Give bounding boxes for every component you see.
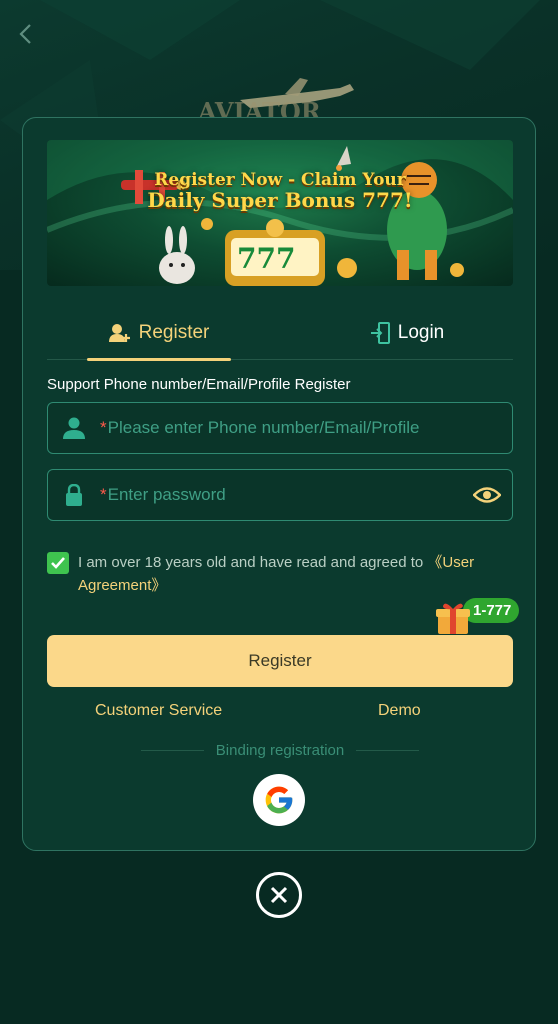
- password-field[interactable]: *: [47, 469, 513, 521]
- bonus-badge: 1-777: [435, 598, 525, 638]
- close-icon: [270, 886, 288, 904]
- demo-link[interactable]: Demo: [378, 702, 421, 720]
- user-icon: [48, 417, 100, 439]
- banner-headline: Register Now - Claim Your Daily Super Bo…: [47, 170, 513, 210]
- tab-register[interactable]: Register: [87, 306, 231, 361]
- logo-airplane: AVIATOR: [197, 78, 354, 120]
- chevron-left-icon: [19, 24, 31, 44]
- agreement-text: I am over 18 years old and have read and…: [78, 551, 517, 597]
- customer-service-link[interactable]: Customer Service: [95, 702, 222, 720]
- phone-input[interactable]: [107, 418, 512, 438]
- check-icon: [51, 557, 65, 569]
- rabbit-icon: [159, 226, 195, 284]
- required-mark: *: [100, 485, 107, 504]
- bonus-label: 1-777: [463, 598, 520, 623]
- gift-icon: [436, 603, 470, 634]
- svg-text:777: 777: [237, 242, 295, 275]
- agreement-row: I am over 18 years old and have read and…: [47, 551, 517, 597]
- lock-icon: [48, 484, 100, 506]
- agreement-statement: I am over 18 years old and have read and…: [78, 554, 428, 571]
- tab-register-label: Register: [138, 322, 210, 343]
- divider-line: [141, 749, 204, 751]
- user-add-icon: [108, 324, 130, 342]
- google-login-button[interactable]: [253, 774, 305, 826]
- back-button[interactable]: [12, 20, 40, 48]
- binding-label: Binding registration: [215, 741, 345, 759]
- required-mark: *: [100, 418, 107, 437]
- tab-login-label: Login: [397, 322, 445, 343]
- banner-headline-line1: Register Now - Claim Your: [154, 170, 406, 190]
- divider-line: [356, 749, 420, 751]
- banner-art: 777: [47, 140, 513, 286]
- support-label: Support Phone number/Email/Profile Regis…: [47, 376, 351, 393]
- password-input[interactable]: [107, 485, 462, 505]
- banner-headline-line2: Daily Super Bonus 777!: [147, 188, 413, 212]
- register-button[interactable]: Register: [47, 635, 513, 687]
- phone-field[interactable]: *: [47, 402, 513, 454]
- login-door-icon: [370, 322, 390, 344]
- register-modal: 777 Register Now - Claim Your Daily Supe…: [22, 117, 536, 851]
- auth-tabs: Register Login: [47, 306, 513, 361]
- agreement-checkbox[interactable]: [47, 552, 69, 574]
- google-icon: [265, 786, 293, 814]
- close-modal-button[interactable]: [256, 872, 302, 918]
- binding-divider: Binding registration: [141, 740, 420, 760]
- promo-banner[interactable]: 777 Register Now - Claim Your Daily Supe…: [47, 140, 513, 286]
- eye-icon[interactable]: [462, 486, 512, 504]
- tab-login[interactable]: Login: [347, 306, 467, 360]
